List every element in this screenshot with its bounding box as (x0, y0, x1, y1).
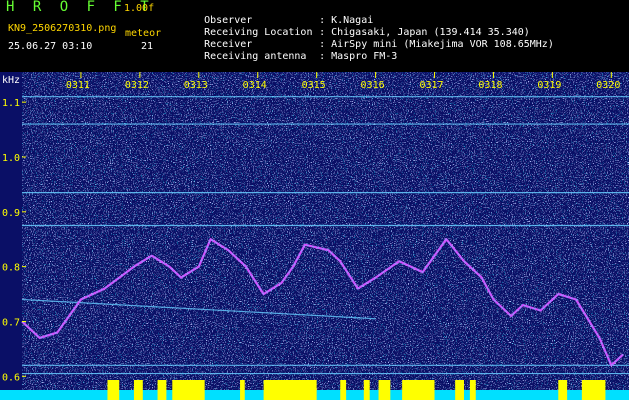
y-tick-label: 0.7 (2, 317, 20, 328)
meteor-burst-bar (378, 380, 391, 400)
meteor-count: 21 (141, 41, 154, 52)
meteor-label: meteor (125, 28, 162, 39)
meteor-burst-bar (107, 380, 120, 400)
meteor-burst-bar (558, 380, 568, 400)
date-time: 25.06.27 03:10 (8, 41, 93, 52)
x-tick-label: 0313 (184, 80, 208, 91)
spectrogram-panel: 0311 0312 0313 0314 0315 0316 0317 0318 0319 0320… (0, 72, 629, 400)
y-tick-label: 1.0 (2, 153, 20, 164)
x-tick-label: 0317 (419, 80, 443, 91)
x-tick-label: 0311 (66, 80, 90, 91)
meteor-burst-bar (172, 380, 205, 400)
meteor-burst-bar (240, 380, 245, 400)
x-tick-label: 0319 (537, 80, 561, 91)
meteor-burst-bar (581, 380, 606, 400)
header-panel: H R O F F T 1.00f KN9_2506270310.png met… (0, 0, 629, 72)
x-tick-label: 0315 (302, 80, 326, 91)
meteor-burst-bar (157, 380, 167, 400)
y-tick-label: 0.9 (2, 208, 20, 219)
meteor-burst-bar (263, 380, 317, 400)
meteor-burst-bar (402, 380, 435, 400)
meteor-burst-bar (340, 380, 347, 400)
x-tick-label: 0320 (596, 80, 620, 91)
x-tick-label: 0314 (243, 80, 267, 91)
info-value: Maspro FM-3 (331, 51, 398, 62)
spectrogram-svg: 0311 0312 0313 0314 0315 0316 0317 0318 0319 0320… (0, 72, 629, 400)
info-row-antenna: Receiving antenna: Maspro FM-3 (204, 51, 398, 62)
noise-layer-cyan (22, 72, 629, 390)
meteor-burst-bar (133, 380, 143, 400)
x-tick-label: 0318 (478, 80, 502, 91)
file-name: KN9_2506270310.png (8, 23, 117, 34)
y-tick-label: 0.8 (2, 263, 20, 274)
meteor-burst-bar (469, 380, 476, 400)
x-tick-label: 0316 (361, 80, 385, 91)
meteor-burst-bar (363, 380, 370, 400)
y-tick-label: 0.6 (2, 372, 20, 383)
version-label: 1.00f (124, 3, 155, 14)
y-tick-label: 1.1 (2, 98, 20, 109)
y-axis-label: kHz (2, 75, 20, 86)
info-key: Receiving antenna (204, 51, 307, 62)
meteor-burst-bar (455, 380, 464, 400)
x-tick-label: 0312 (125, 80, 149, 91)
